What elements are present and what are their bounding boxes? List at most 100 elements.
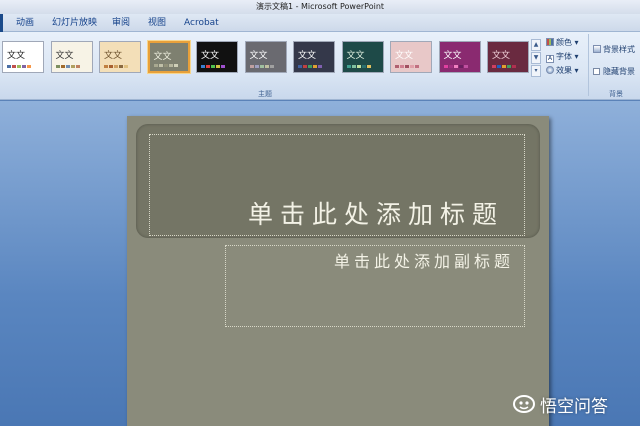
theme-thumbnail[interactable]: 文文 [341, 41, 384, 73]
theme-color-swatches [104, 65, 128, 68]
gallery-more-button[interactable]: ▾ [531, 65, 541, 77]
theme-thumbnail-label: 文文 [395, 51, 414, 61]
theme-fonts-button[interactable]: A 字体 ▾ [546, 51, 579, 63]
theme-colors-label: 颜色 [556, 38, 572, 47]
color-swatch [410, 65, 414, 68]
color-swatch [119, 65, 123, 68]
theme-color-swatches [346, 65, 371, 68]
palette-icon [546, 38, 554, 46]
themes-group-label: 主题 [258, 90, 272, 98]
color-swatch [114, 65, 118, 68]
ribbon-tabs: 动画 幻灯片放映 审阅 视图 Acrobat [0, 14, 640, 32]
color-swatch [269, 65, 274, 68]
color-swatch [249, 65, 254, 68]
chevron-down-icon: ▾ [572, 38, 579, 47]
color-swatch [443, 65, 448, 68]
theme-thumbnail-label: 文文 [7, 51, 26, 61]
theme-color-swatches [201, 65, 225, 68]
color-swatch [104, 65, 108, 68]
color-swatch [12, 65, 16, 68]
color-swatch [463, 65, 468, 68]
subtitle-placeholder[interactable]: 单击此处添加副标题 [225, 245, 525, 327]
color-swatch [206, 65, 210, 68]
theme-thumbnail-label: 文文 [443, 51, 462, 61]
theme-thumbnail[interactable]: 文文 [244, 41, 287, 73]
tab-slideshow[interactable]: 幻灯片放映 [48, 16, 101, 32]
watermark-text: 悟空问答 [540, 396, 608, 417]
gallery-scroll-up-button[interactable]: ▲ [531, 39, 541, 51]
theme-color-swatches [153, 64, 178, 67]
color-swatch [124, 65, 128, 68]
tab-acrobat[interactable]: Acrobat [180, 16, 223, 32]
color-swatch [492, 65, 496, 68]
tab-review[interactable]: 审阅 [108, 16, 134, 32]
checkbox-icon [593, 68, 600, 75]
gallery-scroll-down-button[interactable]: ▼ [531, 52, 541, 64]
title-placeholder-text: 单击此处添加标题 [247, 200, 504, 229]
theme-thumbnail-label: 文文 [249, 51, 268, 61]
theme-thumbnail-label: 文文 [298, 51, 317, 61]
theme-thumbnail-label: 文文 [492, 51, 511, 61]
color-swatch [351, 65, 356, 68]
theme-color-swatches [443, 65, 468, 68]
color-swatch [448, 65, 453, 68]
color-swatch [27, 65, 31, 68]
theme-thumbnail[interactable]: 文文 [293, 41, 335, 73]
watermark: 悟空问答 [512, 390, 608, 418]
color-swatch [502, 65, 506, 68]
theme-thumbnail-label: 文文 [153, 52, 172, 62]
color-swatch [60, 65, 65, 68]
color-swatch [153, 64, 158, 67]
wukong-logo-icon [513, 395, 535, 413]
tab-animations[interactable]: 动画 [12, 16, 38, 32]
theme-color-swatches [55, 65, 80, 68]
color-swatch [211, 65, 215, 68]
color-swatch [361, 65, 366, 68]
theme-color-swatches [7, 65, 31, 68]
color-swatch [298, 65, 302, 68]
theme-thumbnail[interactable]: 文文 [438, 41, 481, 73]
color-swatch [55, 65, 60, 68]
color-swatch [70, 65, 75, 68]
chevron-down-icon: ▾ [572, 52, 579, 61]
background-group-label: 背景 [609, 90, 623, 98]
group-separator [588, 34, 589, 96]
background-styles-button[interactable]: 背景样式 [593, 44, 635, 56]
color-swatch [65, 65, 70, 68]
window-titlebar: 演示文稿1 - Microsoft PowerPoint [0, 0, 640, 14]
color-swatch [395, 65, 399, 68]
theme-colors-button[interactable]: 颜色 ▾ [546, 37, 579, 49]
color-swatch [346, 65, 351, 68]
color-swatch [400, 65, 404, 68]
theme-thumbnail[interactable]: 文文 [390, 41, 432, 73]
chevron-down-icon: ▾ [572, 66, 579, 75]
color-swatch [168, 64, 173, 67]
color-swatch [259, 65, 264, 68]
hide-background-graphics-checkbox[interactable]: 隐藏背景 [593, 66, 635, 78]
background-styles-icon [593, 45, 601, 53]
theme-thumbnail[interactable]: 文文 [147, 41, 190, 73]
subtitle-placeholder-text: 单击此处添加副标题 [333, 252, 514, 271]
title-placeholder[interactable]: 单击此处添加标题 [149, 134, 525, 236]
theme-thumbnail-label: 文文 [55, 51, 74, 61]
color-swatch [415, 65, 419, 68]
theme-color-swatches [395, 65, 419, 68]
color-swatch [7, 65, 11, 68]
theme-thumbnail[interactable]: 文文 [99, 41, 141, 73]
theme-thumbnail-label: 文文 [104, 51, 123, 61]
theme-effects-button[interactable]: 效果 ▾ [546, 65, 579, 77]
theme-thumbnail[interactable]: 文文 [487, 41, 529, 73]
color-swatch [507, 65, 511, 68]
tab-view[interactable]: 视图 [144, 16, 170, 32]
theme-fonts-label: 字体 [556, 52, 572, 61]
color-swatch [405, 65, 409, 68]
color-swatch [512, 65, 516, 68]
theme-color-swatches [298, 65, 322, 68]
theme-thumbnail[interactable]: 文文 [196, 41, 238, 73]
theme-thumbnail[interactable]: 文文 [2, 41, 44, 73]
design-tab-edge [0, 14, 3, 32]
theme-thumbnail[interactable]: 文文 [50, 41, 93, 73]
theme-color-swatches [492, 65, 516, 68]
color-swatch [173, 64, 178, 67]
color-swatch [497, 65, 501, 68]
